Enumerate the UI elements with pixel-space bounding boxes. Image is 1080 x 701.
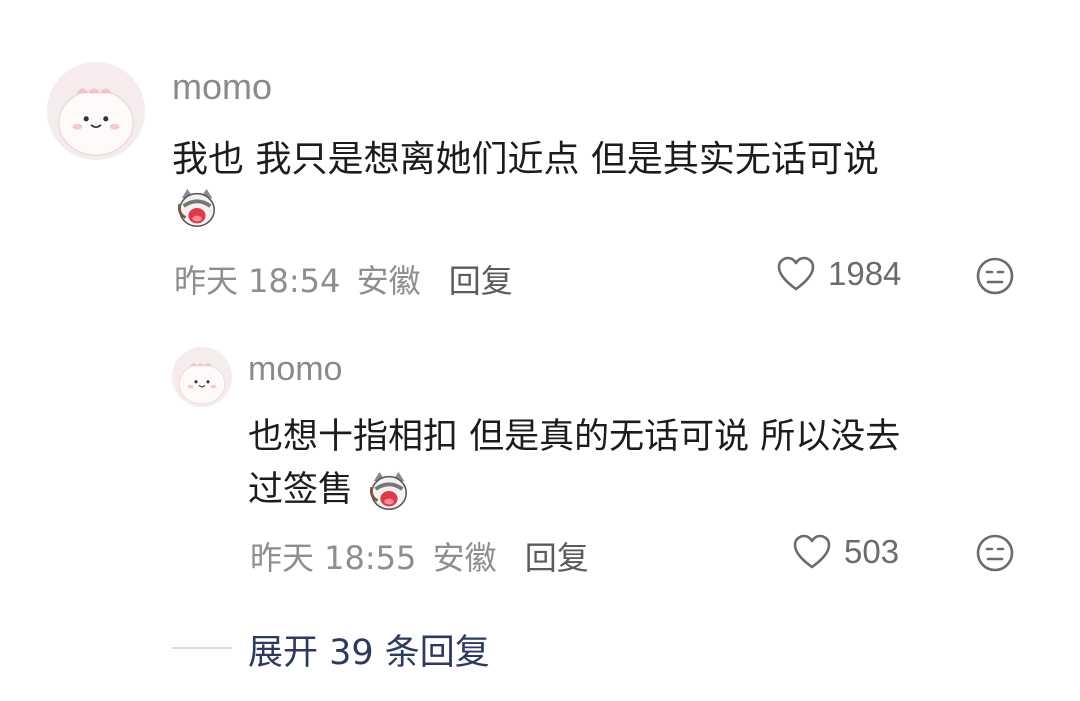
comment-meta: 昨天 18:54 安徽 回复	[174, 256, 513, 302]
reply-text-line2-wrap: 过签售	[248, 463, 412, 517]
avatar-image	[47, 62, 145, 160]
reply-location: 安徽	[432, 539, 497, 577]
username[interactable]: momo	[172, 66, 272, 108]
heart-icon	[793, 534, 831, 569]
reply-reply-button[interactable]: 回复	[525, 539, 589, 577]
like-count: 1984	[828, 255, 902, 292]
reply-text: 也想十指相扣 但是真的无话可说 所以没去	[248, 410, 1048, 464]
expand-replies-button[interactable]: 展开 39 条回复	[248, 624, 490, 675]
reply-like-button[interactable]: 503	[792, 533, 899, 571]
reply-button[interactable]: 回复	[449, 262, 513, 300]
comment-location: 安徽	[356, 262, 421, 300]
cat-crying-emoji-icon	[366, 468, 412, 514]
comment-text-body: 我也 我只是想离她们近点 但是其实无话可说	[172, 139, 879, 180]
divider	[172, 647, 232, 649]
heart-icon	[777, 256, 815, 291]
cat-crying-emoji-icon	[174, 185, 220, 231]
reply-avatar[interactable]	[172, 347, 232, 407]
reply-meta: 昨天 18:55 安徽 回复	[250, 533, 589, 579]
comment-text: 我也 我只是想离她们近点 但是其实无话可说	[172, 132, 1032, 188]
reply-like-count: 503	[844, 533, 900, 570]
reply-text-line1: 也想十指相扣 但是真的无话可说 所以没去	[248, 417, 901, 457]
reply-username[interactable]: momo	[248, 350, 342, 389]
dislike-icon[interactable]	[975, 256, 1015, 296]
avatar[interactable]	[47, 62, 145, 160]
dislike-icon[interactable]	[975, 533, 1015, 573]
avatar-image	[172, 347, 232, 407]
comment-time: 昨天 18:54	[174, 262, 341, 300]
reply-text-line2: 过签售	[248, 470, 354, 510]
like-button[interactable]: 1984	[776, 255, 901, 293]
reply-time: 昨天 18:55	[250, 539, 417, 577]
